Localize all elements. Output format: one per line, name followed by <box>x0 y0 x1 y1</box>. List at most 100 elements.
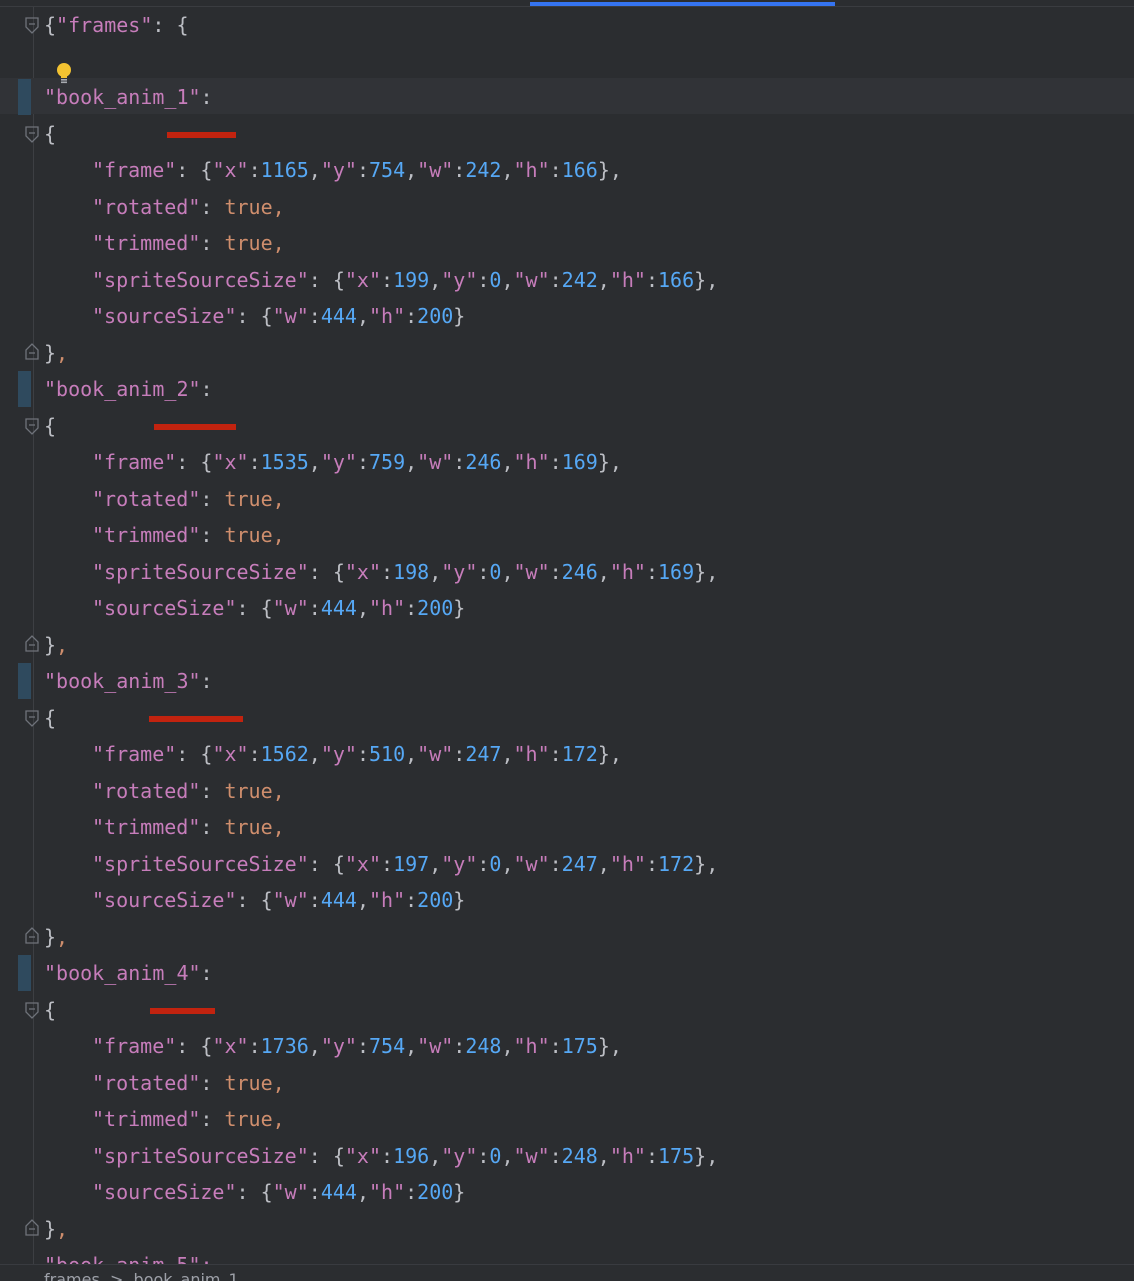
key-w: "w" <box>513 559 550 584</box>
comma: , <box>609 1034 622 1058</box>
colon: : <box>405 888 418 912</box>
code-line-rotated: "rotated": true, <box>92 481 285 517</box>
value-h: 166 <box>658 267 695 292</box>
colon: : <box>549 1034 562 1058</box>
fold-icon[interactable] <box>25 342 39 360</box>
colon: : <box>200 523 225 547</box>
colon: : <box>549 851 562 876</box>
key-y: "y" <box>441 267 478 292</box>
comma: , <box>308 450 321 474</box>
source-size-key: "sourceSize" <box>92 304 237 328</box>
colon: : <box>248 158 261 182</box>
comma: , <box>356 304 369 328</box>
value-x: 197 <box>393 851 430 876</box>
vcs-change-marker <box>18 371 31 407</box>
fold-icon[interactable] <box>25 125 39 143</box>
comma: , <box>706 1143 719 1168</box>
colon: : <box>200 669 213 693</box>
colon: : <box>152 13 177 37</box>
fold-icon[interactable] <box>25 417 39 435</box>
code-editor[interactable]: {"frames": { "book_anim_1":{"frame": {"x… <box>0 7 1134 1264</box>
code-line-brace-close: }, <box>44 919 68 955</box>
key-h: "h" <box>513 742 550 766</box>
comma: , <box>405 158 418 182</box>
colon: : <box>381 267 394 292</box>
value-h: 169 <box>561 450 598 474</box>
fold-icon[interactable] <box>25 634 39 652</box>
colon: : <box>645 267 659 292</box>
key-h: "h" <box>368 888 406 912</box>
colon: : <box>308 267 333 292</box>
brace: } <box>453 304 466 328</box>
colon: : <box>645 559 659 584</box>
code-line-sprite-source-size: "spriteSourceSize": {"x":196,"y":0,"w":2… <box>92 1138 718 1174</box>
colon: : <box>176 742 201 766</box>
entry-key: "book_anim_3" <box>44 669 201 693</box>
value-x: 198 <box>393 559 430 584</box>
comma: , <box>56 924 69 949</box>
comma: , <box>272 486 285 511</box>
trimmed-value: true <box>224 523 273 547</box>
colon: : <box>200 194 225 219</box>
colon: : <box>549 559 562 584</box>
frame-key: "frame" <box>92 450 177 474</box>
comma: , <box>356 1180 369 1204</box>
colon: : <box>477 559 490 584</box>
frame-key: "frame" <box>92 1034 177 1058</box>
sprite-source-size-key: "spriteSourceSize" <box>92 559 309 584</box>
rotated-value: true <box>224 778 273 803</box>
key-w: "w" <box>272 1180 309 1204</box>
brace-close: } <box>44 632 57 657</box>
brace-close: } <box>44 1216 57 1241</box>
brace: { <box>260 304 273 328</box>
fold-icon[interactable] <box>25 709 39 727</box>
comma: , <box>429 559 442 584</box>
colon: : <box>248 450 261 474</box>
comma: , <box>597 851 610 876</box>
rotated-key: "rotated" <box>92 194 201 219</box>
code-line-source-size: "sourceSize": {"w":444,"h":200} <box>92 1174 465 1210</box>
comma: , <box>501 158 514 182</box>
brace: { <box>260 596 273 620</box>
comma: , <box>405 1034 418 1058</box>
comma: , <box>609 158 622 182</box>
comma: , <box>597 1143 610 1168</box>
brace: } <box>694 559 707 584</box>
brace: } <box>597 158 610 182</box>
code-line-brace-close: }, <box>44 1211 68 1247</box>
key-x: "x" <box>344 1143 382 1168</box>
fold-icon[interactable] <box>25 1001 39 1019</box>
brace: } <box>597 742 610 766</box>
comma: , <box>272 523 285 547</box>
fold-icon[interactable] <box>25 1218 39 1236</box>
key-w: "w" <box>513 1143 550 1168</box>
fold-icon[interactable] <box>25 17 39 34</box>
value-w: 444 <box>320 888 357 912</box>
colon: : <box>453 742 466 766</box>
colon: : <box>381 559 394 584</box>
colon: : <box>308 1180 321 1204</box>
sprite-source-size-key: "spriteSourceSize" <box>92 267 309 292</box>
comma: , <box>597 559 610 584</box>
brace: } <box>694 851 707 876</box>
fold-icon[interactable] <box>25 926 39 944</box>
vcs-change-marker <box>18 79 31 115</box>
brace: } <box>597 450 610 474</box>
value-w: 248 <box>561 1143 598 1168</box>
brace: { <box>200 742 213 766</box>
colon: : <box>549 158 562 182</box>
brace: { <box>260 888 273 912</box>
colon: : <box>356 158 369 182</box>
value-x: 196 <box>393 1143 430 1168</box>
colon: : <box>405 1180 418 1204</box>
code-line-source-size: "sourceSize": {"w":444,"h":200} <box>92 882 465 918</box>
colon: : <box>308 304 321 328</box>
colon: : <box>453 158 466 182</box>
comma: , <box>597 267 610 292</box>
colon: : <box>176 158 201 182</box>
active-tab-indicator[interactable] <box>530 2 835 6</box>
breadcrumb[interactable]: frames > book_anim_1 <box>0 1264 1134 1281</box>
key-x: "x" <box>212 158 249 182</box>
source-size-key: "sourceSize" <box>92 596 237 620</box>
brace: } <box>694 1143 707 1168</box>
